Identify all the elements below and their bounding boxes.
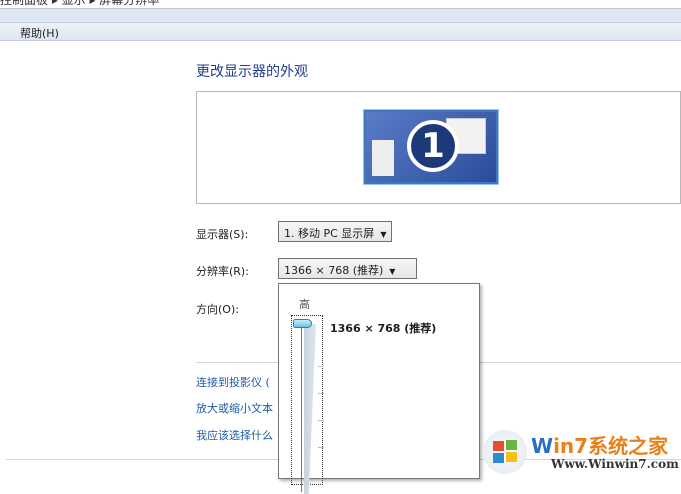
watermark-logo: Win7系统之家 Www.Winwin7.com [483,428,679,476]
link-text-size[interactable]: 放大或缩小文本 [196,400,273,416]
display-preview: 1 [196,91,681,204]
slider-thumb[interactable] [293,319,312,328]
display-label: 显示器(S): [196,228,249,241]
page-title: 更改显示器的外观 [196,64,308,80]
high-label: 高 [299,298,310,311]
chevron-down-icon: ▼ [389,267,396,276]
resolution-dropdown: 高 1366 × 768 (推荐) [278,283,480,494]
watermark-url: Www.Winwin7.com [551,457,679,471]
resolution-option[interactable]: 1366 × 768 (推荐) [330,320,436,336]
resolution-label: 分辨率(R): [196,265,249,278]
menu-bar: 帮助(H) [0,22,681,41]
display-value: 1. 移动 PC 显示屏 [284,227,375,240]
link-help-choose[interactable]: 我应该选择什么 [196,427,273,443]
resolution-value: 1366 × 768 (推荐) [284,264,384,277]
slider-rail [301,322,302,492]
monitor-number: 1 [407,120,459,172]
resolution-select[interactable]: 1366 × 768 (推荐) ▼ [278,258,417,279]
slider-tick [318,447,324,448]
link-projector[interactable]: 连接到投影仪 ( [196,374,270,390]
monitor-icon[interactable]: 1 [364,110,498,184]
slider-tick [318,366,324,367]
slider-tick [318,393,324,394]
slider-wedge [304,324,316,494]
watermark-brand: Win7系统之家 [531,434,669,458]
window-thumbnail [372,140,394,176]
resolution-slider[interactable] [291,315,324,494]
address-bar [0,8,681,22]
orientation-label: 方向(O): [196,303,239,316]
windows-flag-icon [483,430,527,474]
chevron-down-icon: ▼ [380,230,387,239]
display-select[interactable]: 1. 移动 PC 显示屏 ▼ [278,221,393,242]
menu-help[interactable]: 帮助(H) [20,25,59,41]
slider-tick [318,420,324,421]
